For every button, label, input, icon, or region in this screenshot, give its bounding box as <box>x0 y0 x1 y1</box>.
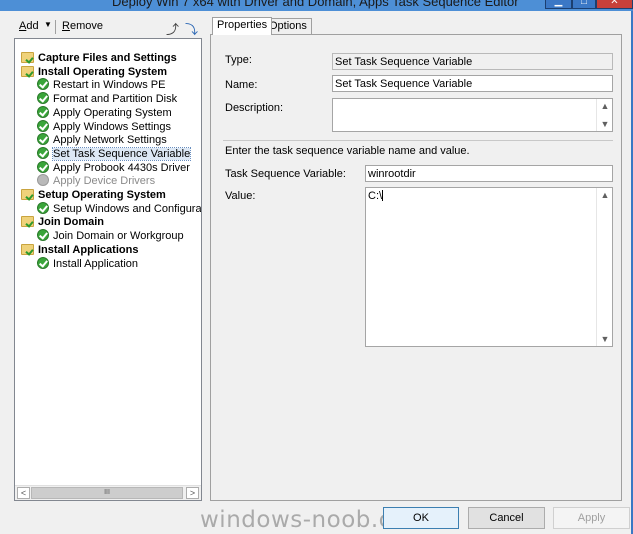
description-scrollbar[interactable]: ▲ ▼ <box>596 99 612 131</box>
add-button[interactable]: Add <box>19 20 39 32</box>
tree-item-label: Setup Windows and Configuration <box>53 202 201 215</box>
tree-step[interactable]: Restart in Windows PE <box>37 78 165 92</box>
tree-group[interactable]: Install Operating System <box>21 65 167 79</box>
checkmark-icon <box>37 78 49 91</box>
folder-check-icon <box>21 65 34 77</box>
tree-step[interactable]: Set Task Sequence Variable <box>37 146 192 161</box>
tree-item-label: Set Task Sequence Variable <box>51 146 192 161</box>
name-field[interactable]: Set Task Sequence Variable <box>332 75 613 92</box>
minimize-icon[interactable]: ▁ <box>545 0 572 9</box>
checkmark-icon <box>37 105 49 118</box>
scroll-thumb[interactable]: III <box>31 487 183 499</box>
value-scrollbar[interactable]: ▲ ▼ <box>596 188 612 346</box>
tree-item-label: Apply Operating System <box>53 106 172 119</box>
tree-group[interactable]: Capture Files and Settings <box>21 51 177 65</box>
tree-item-label: Apply Probook 4430s Driver <box>53 161 190 174</box>
tree-item-label: Apply Network Settings <box>53 134 167 147</box>
add-dropdown-arrow-icon[interactable]: ▼ <box>44 20 52 29</box>
tree-item-label: Apply Device Drivers <box>53 175 156 188</box>
tab-properties[interactable]: Properties <box>212 17 273 35</box>
scroll-up-icon[interactable]: ▲ <box>599 100 611 112</box>
tree-horizontal-scrollbar[interactable]: < III > <box>15 485 201 500</box>
folder-check-icon <box>21 243 34 255</box>
tree-item-label: Install Operating System <box>38 65 167 78</box>
scroll-up-icon[interactable]: ▲ <box>599 189 611 201</box>
tree-item-label: Setup Operating System <box>38 189 166 201</box>
checkmark-icon <box>37 160 49 173</box>
name-label: Name: <box>225 79 258 91</box>
instruction-text: Enter the task sequence variable name an… <box>225 145 470 157</box>
scroll-down-icon[interactable]: ▼ <box>599 118 611 130</box>
variable-label: Task Sequence Variable: <box>225 168 346 180</box>
editor-window: Add ▼ Remove ⤴ ⤵ Capture Files and Setti… <box>0 11 631 534</box>
tree-step[interactable]: Apply Operating System <box>37 105 172 120</box>
disabled-step-icon <box>37 174 49 187</box>
tree-step[interactable]: Apply Probook 4430s Driver <box>37 160 190 175</box>
checkmark-icon <box>37 146 49 159</box>
scroll-down-icon[interactable]: ▼ <box>599 333 611 345</box>
toolbar-separator <box>55 20 56 34</box>
tree-item-label: Format and Partition Disk <box>53 93 178 106</box>
tree-item-label: Join Domain or Workgroup <box>53 230 184 243</box>
tree-step[interactable]: Install Application <box>37 256 138 271</box>
type-field: Set Task Sequence Variable <box>332 53 613 70</box>
tree-group[interactable]: Install Applications <box>21 243 138 257</box>
type-label: Type: <box>225 54 252 66</box>
scroll-right-icon[interactable]: > <box>186 487 199 499</box>
tree-step[interactable]: Join Domain or Workgroup <box>37 229 184 243</box>
variable-field[interactable]: winrootdir <box>365 165 613 182</box>
move-up-icon[interactable]: ⤴ <box>166 19 179 38</box>
maximize-icon[interactable]: □ <box>572 0 596 9</box>
tree-item-label: Install Applications <box>38 243 139 256</box>
folder-check-icon <box>21 189 34 200</box>
tree-group[interactable]: Setup Operating System <box>21 188 166 202</box>
tree-item-label: Install Application <box>53 257 138 270</box>
value-field[interactable]: C:\ ▲ ▼ <box>365 187 613 347</box>
tree-item-label: Apply Windows Settings <box>53 120 171 133</box>
tree-step[interactable]: Apply Network Settings <box>37 133 167 147</box>
tree-items: Capture Files and Settings Install Operat… <box>15 39 201 485</box>
tree-item-label: Restart in Windows PE <box>53 79 166 92</box>
scroll-left-icon[interactable]: < <box>17 487 30 499</box>
checkmark-icon <box>37 119 49 132</box>
checkmark-icon <box>37 229 49 242</box>
tree-step[interactable]: Setup Windows and Configuration <box>37 201 201 216</box>
window-title: Deploy Win 7 x64 with Driver and Domain,… <box>112 0 519 9</box>
folder-check-icon <box>21 216 34 228</box>
close-icon[interactable]: ✕ <box>596 0 633 9</box>
checkmark-icon <box>37 133 49 146</box>
description-label: Description: <box>225 102 284 114</box>
task-sequence-tree[interactable]: Capture Files and Settings Install Operat… <box>14 38 202 501</box>
checkmark-icon <box>37 201 49 214</box>
section-divider <box>223 140 613 141</box>
move-down-icon[interactable]: ⤵ <box>185 19 198 38</box>
tree-item-label: Join Domain <box>38 216 105 229</box>
text-caret <box>382 190 384 201</box>
title-bar: Deploy Win 7 x64 with Driver and Domain,… <box>0 0 633 11</box>
tree-item-label: Capture Files and Settings <box>38 52 177 64</box>
remove-button[interactable]: Remove <box>62 20 103 32</box>
tree-group[interactable]: Join Domain <box>21 215 104 229</box>
apply-button[interactable]: Apply <box>553 507 630 529</box>
ok-button[interactable]: OK <box>383 507 459 529</box>
tree-step[interactable]: Apply Device Drivers <box>37 174 155 188</box>
description-field[interactable]: ▲ ▼ <box>332 98 613 132</box>
checkmark-icon <box>37 256 49 269</box>
cancel-button[interactable]: Cancel <box>468 507 545 529</box>
properties-panel: Type: Set Task Sequence Variable Name: S… <box>210 34 622 501</box>
checkmark-icon <box>37 92 49 105</box>
folder-check-icon <box>21 52 34 63</box>
value-label: Value: <box>225 190 256 202</box>
tree-step[interactable]: Apply Windows Settings <box>37 119 171 134</box>
tree-step[interactable]: Format and Partition Disk <box>37 92 177 106</box>
tree-toolbar: Add ▼ Remove ⤴ ⤵ <box>14 18 204 38</box>
